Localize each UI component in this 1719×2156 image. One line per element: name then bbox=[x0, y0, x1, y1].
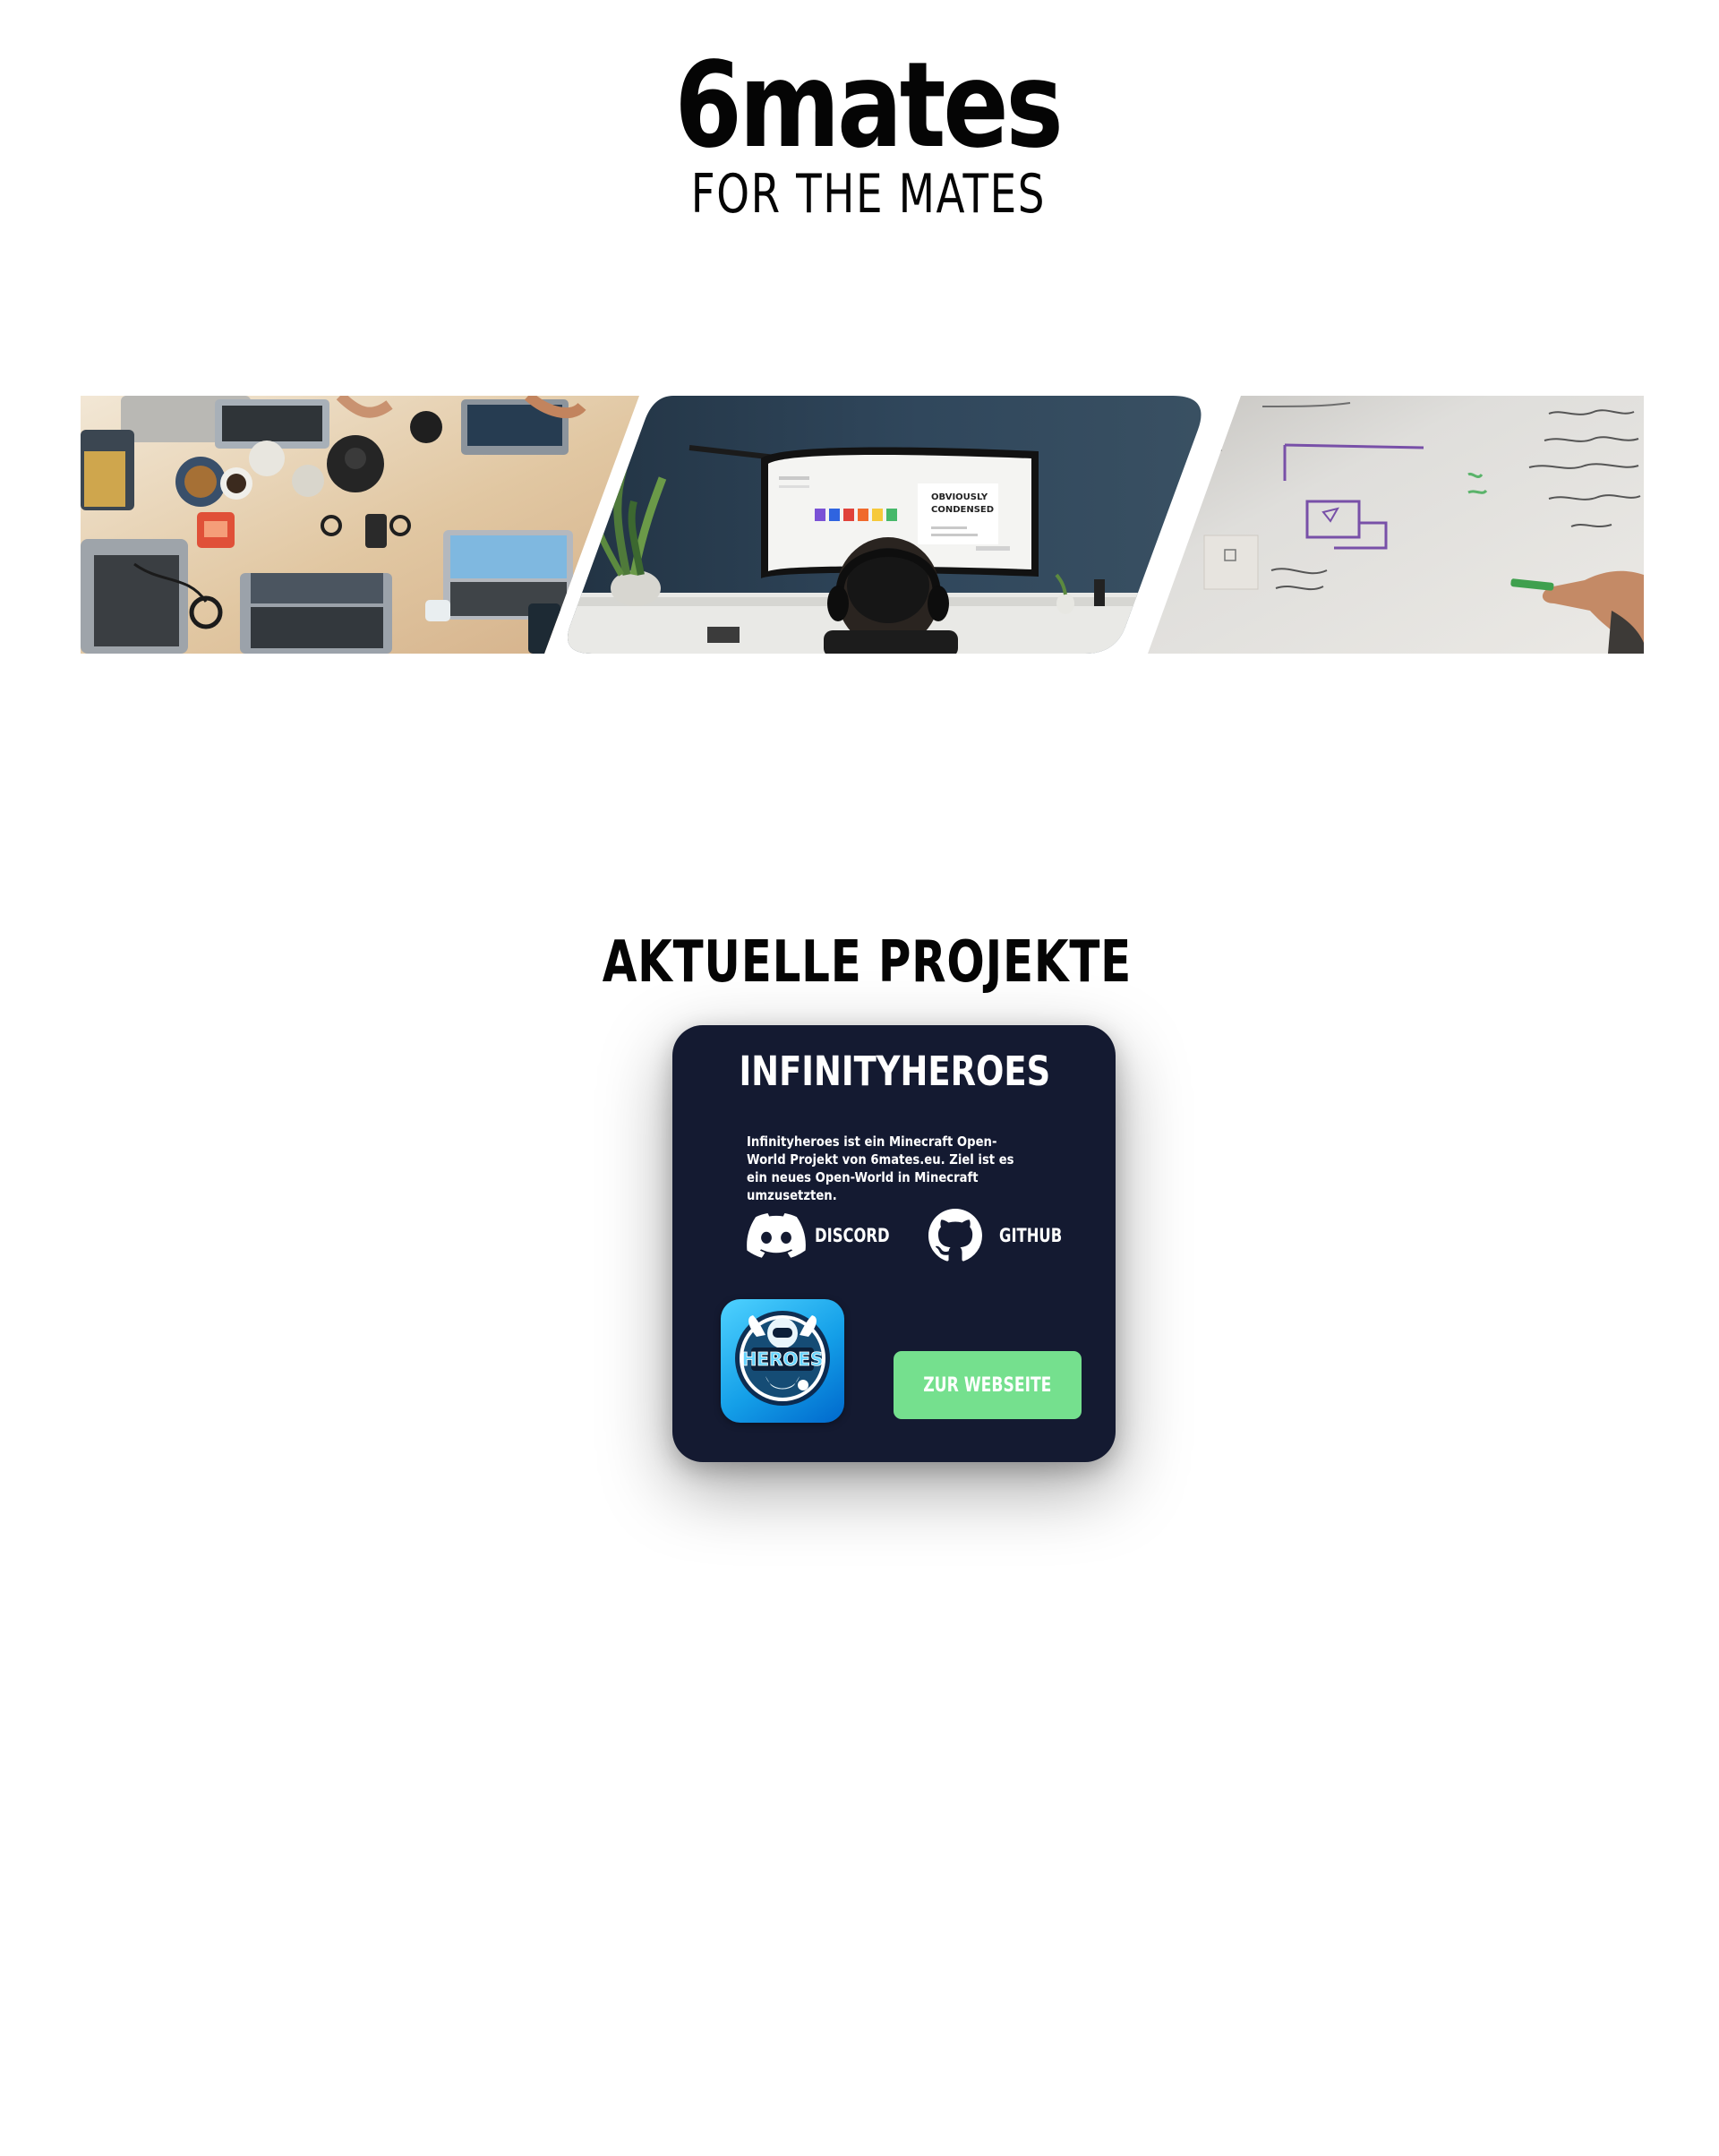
discord-icon bbox=[747, 1213, 806, 1258]
projects-section-title: AKTUELLE PROJEKTE bbox=[602, 929, 1133, 997]
logo-text: HEROES bbox=[742, 1348, 824, 1370]
github-label: GITHUB bbox=[999, 1225, 1063, 1246]
site-brand: 6mates bbox=[674, 37, 1063, 175]
discord-label: DISCORD bbox=[815, 1225, 890, 1246]
developer-at-monitor-photo: OBVIOUSLY CONDENSED bbox=[568, 396, 1202, 654]
github-link[interactable]: GITHUB bbox=[928, 1204, 1072, 1267]
infinityheroes-logo: HEROES bbox=[721, 1299, 844, 1423]
visit-website-button[interactable]: ZUR WEBSEITE bbox=[894, 1351, 1082, 1419]
project-title: INFINITYHEROES bbox=[739, 1048, 1051, 1095]
monitor-text-line-2: CONDENSED bbox=[931, 505, 994, 515]
project-card-infinityheroes: INFINITYHEROES Infinityheroes ist ein Mi… bbox=[672, 1025, 1116, 1462]
site-tagline: FOR THE MATES bbox=[690, 163, 1047, 226]
project-links: DISCORD GITHUB bbox=[672, 1204, 1116, 1267]
visit-website-label: ZUR WEBSEITE bbox=[923, 1373, 1052, 1397]
monitor-text-line-1: OBVIOUSLY bbox=[931, 492, 988, 502]
project-description: Infinityheroes ist ein Minecraft Open-Wo… bbox=[747, 1134, 1014, 1203]
team-laptops-desk-photo bbox=[81, 396, 639, 654]
image-gallery: OBVIOUSLY CONDENSED bbox=[81, 396, 1644, 654]
github-icon bbox=[928, 1209, 982, 1262]
discord-link[interactable]: DISCORD bbox=[747, 1204, 908, 1267]
whiteboard-planning-photo bbox=[1148, 396, 1644, 654]
